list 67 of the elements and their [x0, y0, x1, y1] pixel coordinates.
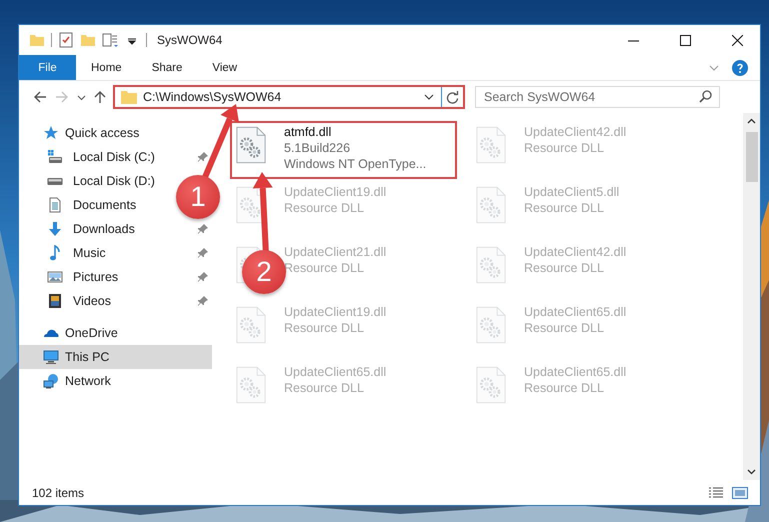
file-name: UpdateClient65.dll [284, 365, 386, 380]
up-arrow-icon [93, 90, 107, 104]
file-detail: Resource DLL [284, 321, 365, 336]
ribbon-tab[interactable]: Home [76, 55, 137, 80]
maximize-icon [680, 34, 690, 46]
network-icon [43, 373, 59, 389]
file-detail: Resource DLL [284, 261, 365, 276]
scrollbar-thumb[interactable] [746, 132, 758, 182]
film-icon [47, 293, 63, 309]
file-name: UpdateClient19.dll [284, 185, 386, 200]
file-name: UpdateClient21.dll [284, 245, 386, 260]
file-detail: Resource DLL [524, 201, 605, 216]
nav-item[interactable]: Quick access [19, 121, 212, 145]
file-detail: 5.1Build226 [284, 141, 352, 156]
picture-icon [47, 269, 63, 285]
refresh-icon [446, 90, 459, 104]
file-item[interactable]: atmfd.dll 5.1Build226 Windows NT OpenType... [230, 121, 457, 179]
forward-arrow-icon [55, 90, 69, 104]
folder-icon [29, 32, 45, 48]
nav-item[interactable]: Downloads [19, 217, 212, 241]
checklist-icon[interactable] [58, 32, 74, 48]
nav-item[interactable]: OneDrive [19, 321, 212, 345]
file-detail: Resource DLL [284, 201, 365, 216]
file-name: UpdateClient19.dll [284, 305, 386, 320]
nav-item[interactable]: Pictures [19, 265, 212, 289]
nav-item[interactable]: Network [19, 369, 212, 393]
file-name: UpdateClient65.dll [524, 365, 626, 380]
star-icon [43, 125, 59, 141]
drive-icon [47, 178, 63, 184]
ribbon-tab[interactable]: Share [136, 55, 198, 80]
nav-item[interactable]: Music [19, 241, 212, 265]
nav-item[interactable]: This PC [19, 345, 212, 369]
search-field[interactable]: Search SysWOW64 [475, 86, 720, 108]
nav-item[interactable]: Local Disk (D:) [19, 169, 159, 193]
scroll-down-icon[interactable] [747, 467, 756, 476]
file-detail: Resource DLL [284, 381, 365, 396]
nav-item[interactable]: Videos [19, 289, 212, 313]
window-title: SysWOW64 [157, 33, 222, 47]
close-icon [732, 34, 742, 46]
file-detail: Resource DLL [524, 381, 605, 396]
music-note-icon [47, 245, 63, 261]
folder-icon [121, 90, 137, 104]
nav-item[interactable]: Local Disk (C:) [19, 145, 212, 169]
file-menu-button[interactable]: File [19, 55, 76, 80]
scroll-up-icon[interactable] [747, 117, 756, 126]
drive-icon [47, 149, 63, 165]
properties-icon[interactable] [102, 32, 118, 48]
file-name: UpdateClient42.dll [524, 245, 626, 260]
chevron-down-icon [76, 92, 86, 102]
file-detail: Resource DLL [524, 261, 605, 276]
address-bar[interactable]: C:\Windows\SysWOW64 [113, 85, 465, 109]
ribbon-tab[interactable]: View [197, 55, 252, 80]
file-name: UpdateClient65.dll [524, 305, 626, 320]
search-icon [699, 90, 712, 103]
file-name: UpdateClient5.dll [524, 185, 620, 200]
file-detail: Resource DLL [524, 141, 605, 156]
nav-item[interactable]: Documents [19, 193, 140, 217]
file-name: atmfd.dll [284, 125, 332, 140]
help-icon[interactable] [732, 60, 748, 76]
back-arrow-icon [33, 90, 47, 104]
computer-icon [43, 349, 59, 365]
download-icon [47, 221, 63, 237]
file-detail: Windows NT OpenType... [284, 157, 426, 172]
file-name: UpdateClient42.dll [524, 125, 626, 140]
item-count: 102 items [32, 486, 84, 500]
file-detail: Resource DLL [524, 321, 605, 336]
document-icon [47, 197, 63, 213]
